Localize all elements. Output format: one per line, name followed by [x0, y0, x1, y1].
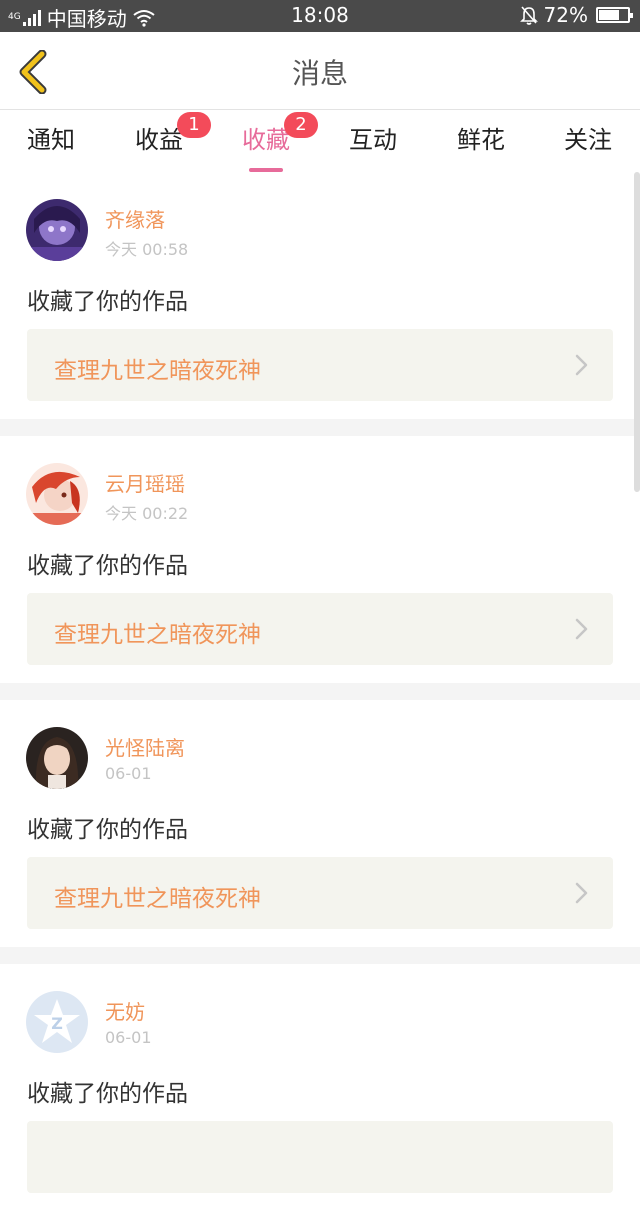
- timestamp: 今天 00:22: [105, 504, 189, 523]
- avatar[interactable]: [26, 199, 88, 261]
- timestamp: 06-01: [105, 764, 152, 783]
- chevron-right-icon: [575, 882, 588, 904]
- page-title: 消息: [291, 57, 348, 90]
- tab-4[interactable]: 鲜花: [441, 120, 521, 172]
- tab-2[interactable]: 收藏 2: [226, 112, 318, 172]
- avatar[interactable]: [26, 463, 88, 525]
- chevron-right-icon: [575, 618, 588, 640]
- svg-text:Z: Z: [51, 1014, 63, 1033]
- avatar[interactable]: [26, 727, 88, 789]
- user-name[interactable]: 云月瑶瑶: [105, 468, 185, 497]
- work-link[interactable]: 查理九世之暗夜死神: [27, 857, 613, 929]
- battery-percent: 72%: [543, 3, 588, 27]
- chevron-right-icon: [575, 354, 588, 376]
- nav-bar: 消息: [0, 32, 640, 110]
- work-link[interactable]: [27, 1121, 613, 1193]
- message-text: 收藏了你的作品: [27, 1081, 188, 1107]
- message-card: Z 无妨 06-01 收藏了你的作品: [0, 964, 640, 1211]
- message-card: 光怪陆离 06-01 收藏了你的作品查理九世之暗夜死神: [0, 700, 640, 947]
- tab-label: 通知: [27, 126, 75, 154]
- work-title: 查理九世之暗夜死神: [54, 358, 261, 384]
- work-title: 查理九世之暗夜死神: [54, 622, 261, 648]
- tab-label: 关注: [564, 126, 612, 154]
- unread-badge: 1: [177, 112, 211, 138]
- timestamp: 今天 00:58: [105, 240, 189, 259]
- tab-label: 互动: [349, 126, 397, 154]
- user-name[interactable]: 无妨: [105, 996, 145, 1025]
- bell-muted-icon: [519, 6, 538, 25]
- message-card: 齐缘落今天 00:58 收藏了你的作品查理九世之暗夜死神: [0, 172, 640, 419]
- avatar[interactable]: Z: [26, 991, 88, 1053]
- scrollbar[interactable]: [634, 172, 640, 492]
- status-right: 72%: [519, 3, 633, 27]
- battery-icon: [596, 7, 633, 23]
- tab-label: 收益: [135, 126, 183, 154]
- tab-0[interactable]: 通知: [11, 120, 91, 172]
- tab-5[interactable]: 关注: [548, 120, 628, 172]
- tab-3[interactable]: 互动: [333, 120, 413, 172]
- user-name[interactable]: 光怪陆离: [105, 732, 185, 761]
- user-name[interactable]: 齐缘落: [105, 204, 165, 233]
- tab-label: 收藏: [242, 126, 290, 154]
- message-card: 云月瑶瑶今天 00:22 收藏了你的作品查理九世之暗夜死神: [0, 436, 640, 683]
- work-link[interactable]: 查理九世之暗夜死神: [27, 593, 613, 665]
- tab-1[interactable]: 收益 1: [119, 112, 211, 172]
- work-link[interactable]: 查理九世之暗夜死神: [27, 329, 613, 401]
- status-bar: 4G 中国移动 18:08 72%: [0, 0, 640, 32]
- tab-bar: 通知 收益 1 收藏 2 互动 鲜花 关注: [0, 110, 640, 172]
- message-text: 收藏了你的作品: [27, 289, 188, 315]
- tab-label: 鲜花: [457, 126, 505, 154]
- work-title: 查理九世之暗夜死神: [54, 886, 261, 912]
- message-text: 收藏了你的作品: [27, 553, 188, 579]
- timestamp: 06-01: [105, 1028, 152, 1047]
- battery-fill: [599, 10, 619, 20]
- unread-badge: 2: [284, 112, 318, 138]
- message-text: 收藏了你的作品: [27, 817, 188, 843]
